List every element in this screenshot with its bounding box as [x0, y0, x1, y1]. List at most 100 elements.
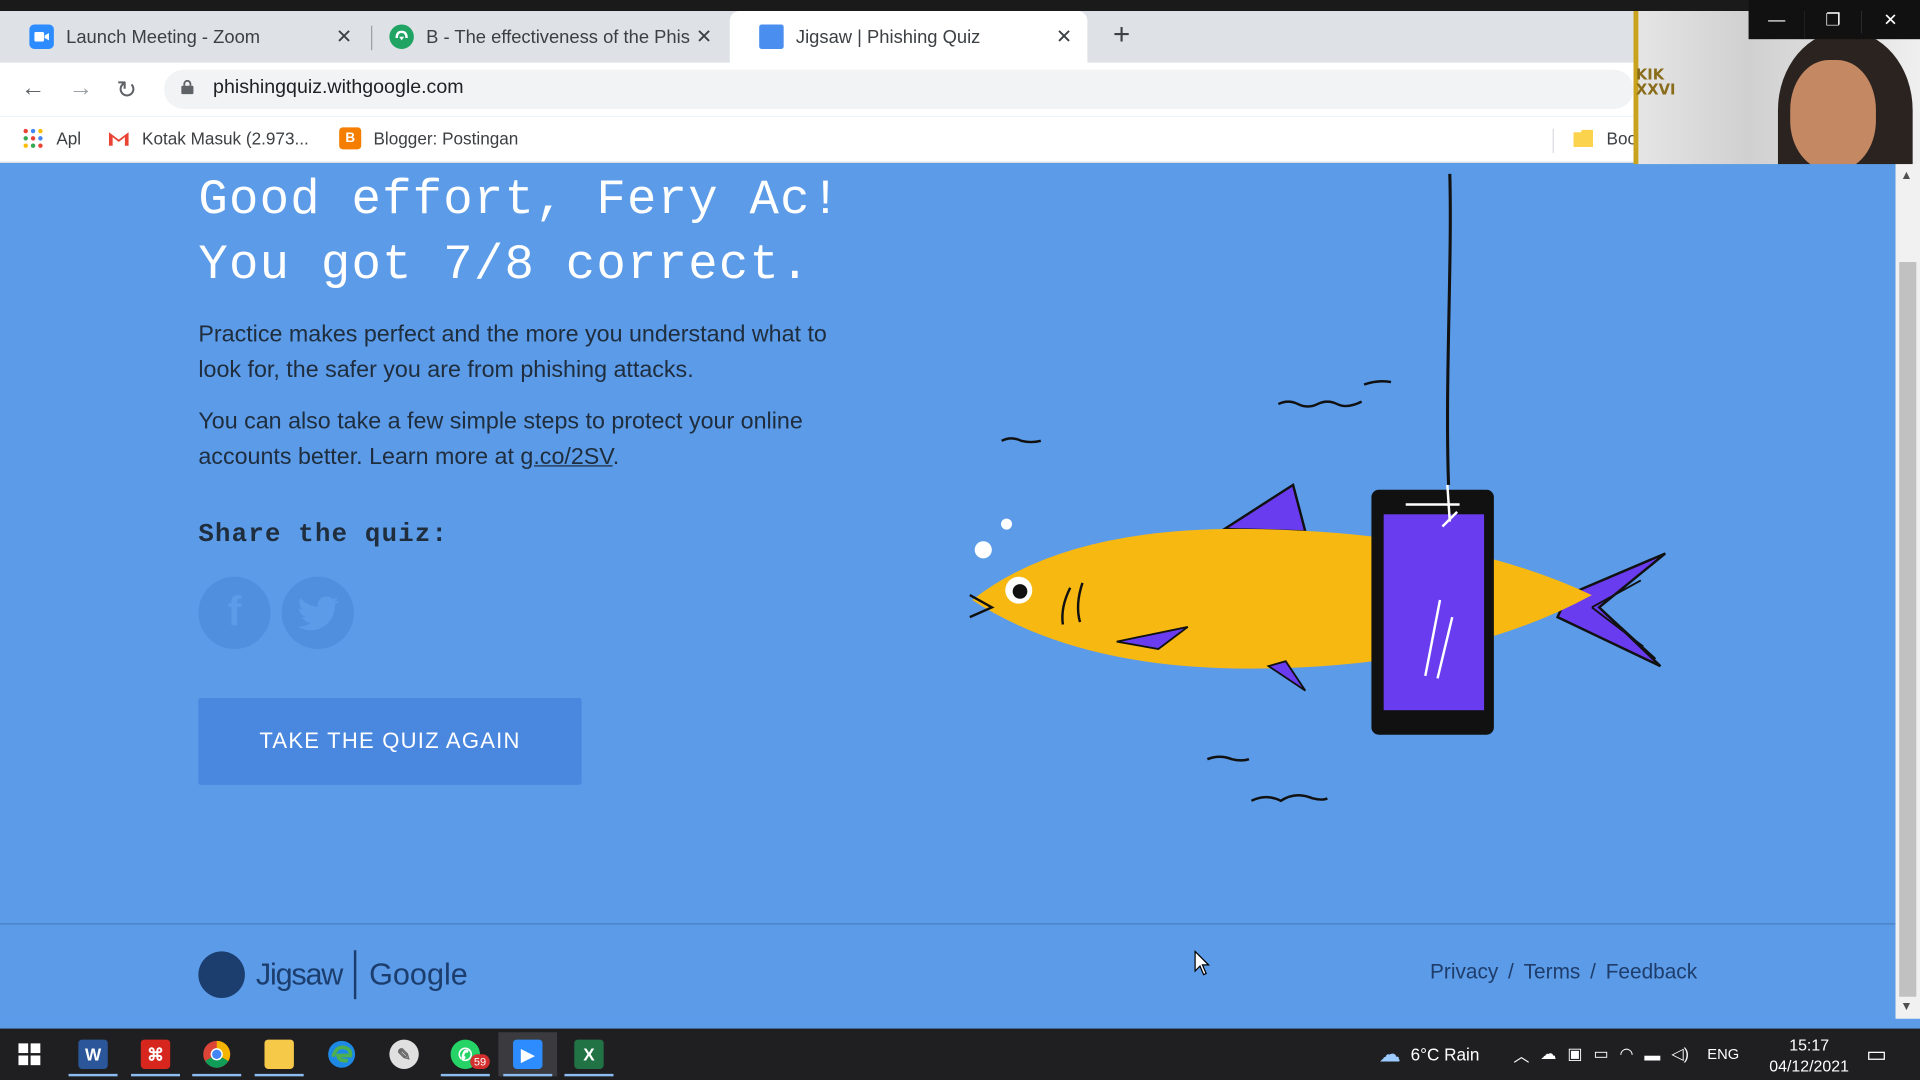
- link-separator: /: [1508, 960, 1514, 984]
- notification-badge: 59: [470, 1054, 490, 1069]
- battery-icon[interactable]: ▬: [1644, 1045, 1660, 1063]
- learn-more-link[interactable]: g.co/2SV: [520, 444, 612, 470]
- learn-more-period: .: [612, 444, 620, 471]
- lock-icon: [181, 79, 194, 95]
- close-tab-icon[interactable]: ✕: [1051, 24, 1078, 48]
- facebook-icon: f: [227, 588, 242, 636]
- forward-arrow-icon[interactable]: →: [69, 75, 93, 103]
- twitter-share-button[interactable]: [281, 576, 354, 649]
- tab-strip: Launch Meeting - Zoom ✕ B - The effectiv…: [0, 11, 1920, 63]
- brand-separator: [354, 950, 357, 1000]
- bookmark-folder[interactable]: Boo: [1572, 127, 1637, 149]
- address-bar[interactable]: phishingquiz.withgoogle.com: [164, 69, 1634, 109]
- jigsaw-wordmark: Jigsaw: [255, 956, 343, 992]
- facebook-share-button[interactable]: f: [198, 576, 271, 649]
- bookmark-apps[interactable]: Apl: [22, 127, 81, 149]
- back-arrow-icon[interactable]: ←: [21, 75, 45, 103]
- system-tray: ︿ ☁ ▣ ▭ ◠ ▬ ◁) ENG: [1513, 1029, 1739, 1080]
- reload-icon[interactable]: ↻: [116, 75, 137, 106]
- fishing-line: [1445, 173, 1452, 485]
- restore-icon[interactable]: ❐: [1804, 0, 1862, 40]
- practice-paragraph: Practice makes perfect and the more you …: [198, 322, 827, 384]
- close-window-icon[interactable]: ✕: [1861, 0, 1920, 40]
- terms-link[interactable]: Terms: [1524, 960, 1581, 984]
- rain-cloud-icon: ☁: [1378, 1041, 1401, 1066]
- tab-phishing-quiz[interactable]: Jigsaw | Phishing Quiz ✕: [729, 11, 1088, 63]
- word-icon: W: [78, 1039, 108, 1069]
- taskbar-edge[interactable]: [312, 1032, 371, 1076]
- bookmark-label: Kotak Masuk (2.973...: [142, 128, 309, 149]
- excel-icon: X: [574, 1039, 604, 1069]
- url-text: phishingquiz.withgoogle.com: [213, 77, 464, 98]
- close-tab-icon[interactable]: ✕: [331, 24, 358, 48]
- date-text: 04/12/2021: [1769, 1056, 1849, 1076]
- twitter-icon: [296, 595, 339, 630]
- close-tab-icon[interactable]: ✕: [691, 24, 718, 48]
- taskbar-acrobat[interactable]: ⌘: [126, 1032, 185, 1077]
- taskbar-file-explorer[interactable]: [250, 1032, 309, 1077]
- minimize-icon[interactable]: —: [1748, 0, 1805, 40]
- tab-title: B - The effectiveness of the Phish: [426, 26, 691, 48]
- wifi-icon[interactable]: ◠: [1620, 1044, 1634, 1064]
- taskbar-whatsapp[interactable]: ✆ 59: [436, 1032, 495, 1077]
- zoom-icon: ▶: [513, 1039, 543, 1069]
- quiz-result-page: Good effort, Fery Ac! You got 7/8 correc…: [0, 164, 1896, 1019]
- taskbar-excel[interactable]: X: [560, 1032, 619, 1077]
- notifications-icon[interactable]: ▭: [1866, 1029, 1887, 1080]
- edge-icon: [328, 1040, 356, 1068]
- navigation-bar: ← → ↻ phishingquiz.withgoogle.com: [0, 62, 1920, 117]
- bookmarks-bar: Apl Kotak Masuk (2.973... B Blogger: Pos…: [0, 116, 1920, 163]
- taskbar-chrome[interactable]: [187, 1032, 246, 1077]
- start-button[interactable]: [0, 1032, 59, 1076]
- share-label: Share the quiz:: [198, 521, 449, 550]
- footer-links: Privacy / Terms / Feedback: [1430, 960, 1697, 984]
- taskbar-paint[interactable]: ✎: [375, 1032, 434, 1076]
- scroll-thumb[interactable]: [1899, 262, 1917, 997]
- privacy-link[interactable]: Privacy: [1430, 960, 1498, 984]
- bubble: [974, 541, 992, 559]
- learn-more-text: You can also take a few simple steps to …: [198, 408, 803, 471]
- water-wave: [1206, 755, 1250, 762]
- meet-icon[interactable]: ▣: [1567, 1044, 1582, 1064]
- bookmark-label: Blogger: Postingan: [373, 128, 519, 149]
- page-scrollbar[interactable]: ▲ ▼: [1895, 164, 1920, 1019]
- brand-logos[interactable]: Jigsaw Google: [198, 950, 468, 1000]
- water-wave: [1250, 794, 1328, 803]
- link-separator: /: [1590, 960, 1596, 984]
- taskbar-word[interactable]: W: [64, 1032, 123, 1077]
- tab-zoom[interactable]: Launch Meeting - Zoom ✕: [0, 11, 367, 62]
- tab-effectiveness[interactable]: B - The effectiveness of the Phish ✕: [360, 11, 727, 62]
- tab-title: Jigsaw | Phishing Quiz: [795, 26, 981, 48]
- volume-icon[interactable]: ◁): [1671, 1044, 1689, 1064]
- new-tab-button[interactable]: +: [1106, 20, 1138, 53]
- folder-icon: [1572, 127, 1594, 149]
- event-logo-text: KIK XXVI: [1635, 66, 1676, 98]
- bookmark-separator: [1552, 128, 1554, 154]
- chevron-up-icon[interactable]: ︿: [1513, 1043, 1529, 1066]
- weather-text: 6°C Rain: [1410, 1044, 1480, 1065]
- display-icon[interactable]: ▭: [1593, 1044, 1608, 1064]
- windows-logo-icon: [18, 1043, 41, 1066]
- bubble: [1001, 518, 1013, 530]
- fish-pupil: [1012, 584, 1028, 599]
- scroll-down-icon[interactable]: ▼: [1900, 1000, 1912, 1013]
- phone-screen: [1383, 514, 1485, 711]
- clock[interactable]: 15:17 04/12/2021: [1769, 1035, 1849, 1077]
- water-wave: [1001, 437, 1042, 444]
- feedback-link[interactable]: Feedback: [1606, 960, 1697, 984]
- screen: Launch Meeting - Zoom ✕ B - The effectiv…: [0, 0, 1920, 1080]
- take-quiz-again-button[interactable]: TAKE THE QUIZ AGAIN: [198, 697, 582, 785]
- language-indicator[interactable]: ENG: [1707, 1046, 1739, 1063]
- tab-title: Launch Meeting - Zoom: [66, 26, 261, 48]
- bookmark-gmail[interactable]: Kotak Masuk (2.973...: [108, 127, 309, 149]
- weather-widget[interactable]: ☁ 6°C Rain: [1379, 1029, 1480, 1080]
- apps-grid-icon: [22, 127, 44, 149]
- scroll-up-icon[interactable]: ▲: [1900, 169, 1912, 182]
- onedrive-icon[interactable]: ☁: [1540, 1044, 1556, 1064]
- bookmark-blogger[interactable]: B Blogger: Postingan: [339, 127, 519, 150]
- bookmark-label: Boo: [1606, 128, 1638, 149]
- gmail-icon: [108, 127, 130, 149]
- taskbar-zoom[interactable]: ▶: [498, 1032, 558, 1077]
- page-icon: [759, 24, 784, 49]
- fish-top-fin: [1220, 482, 1307, 533]
